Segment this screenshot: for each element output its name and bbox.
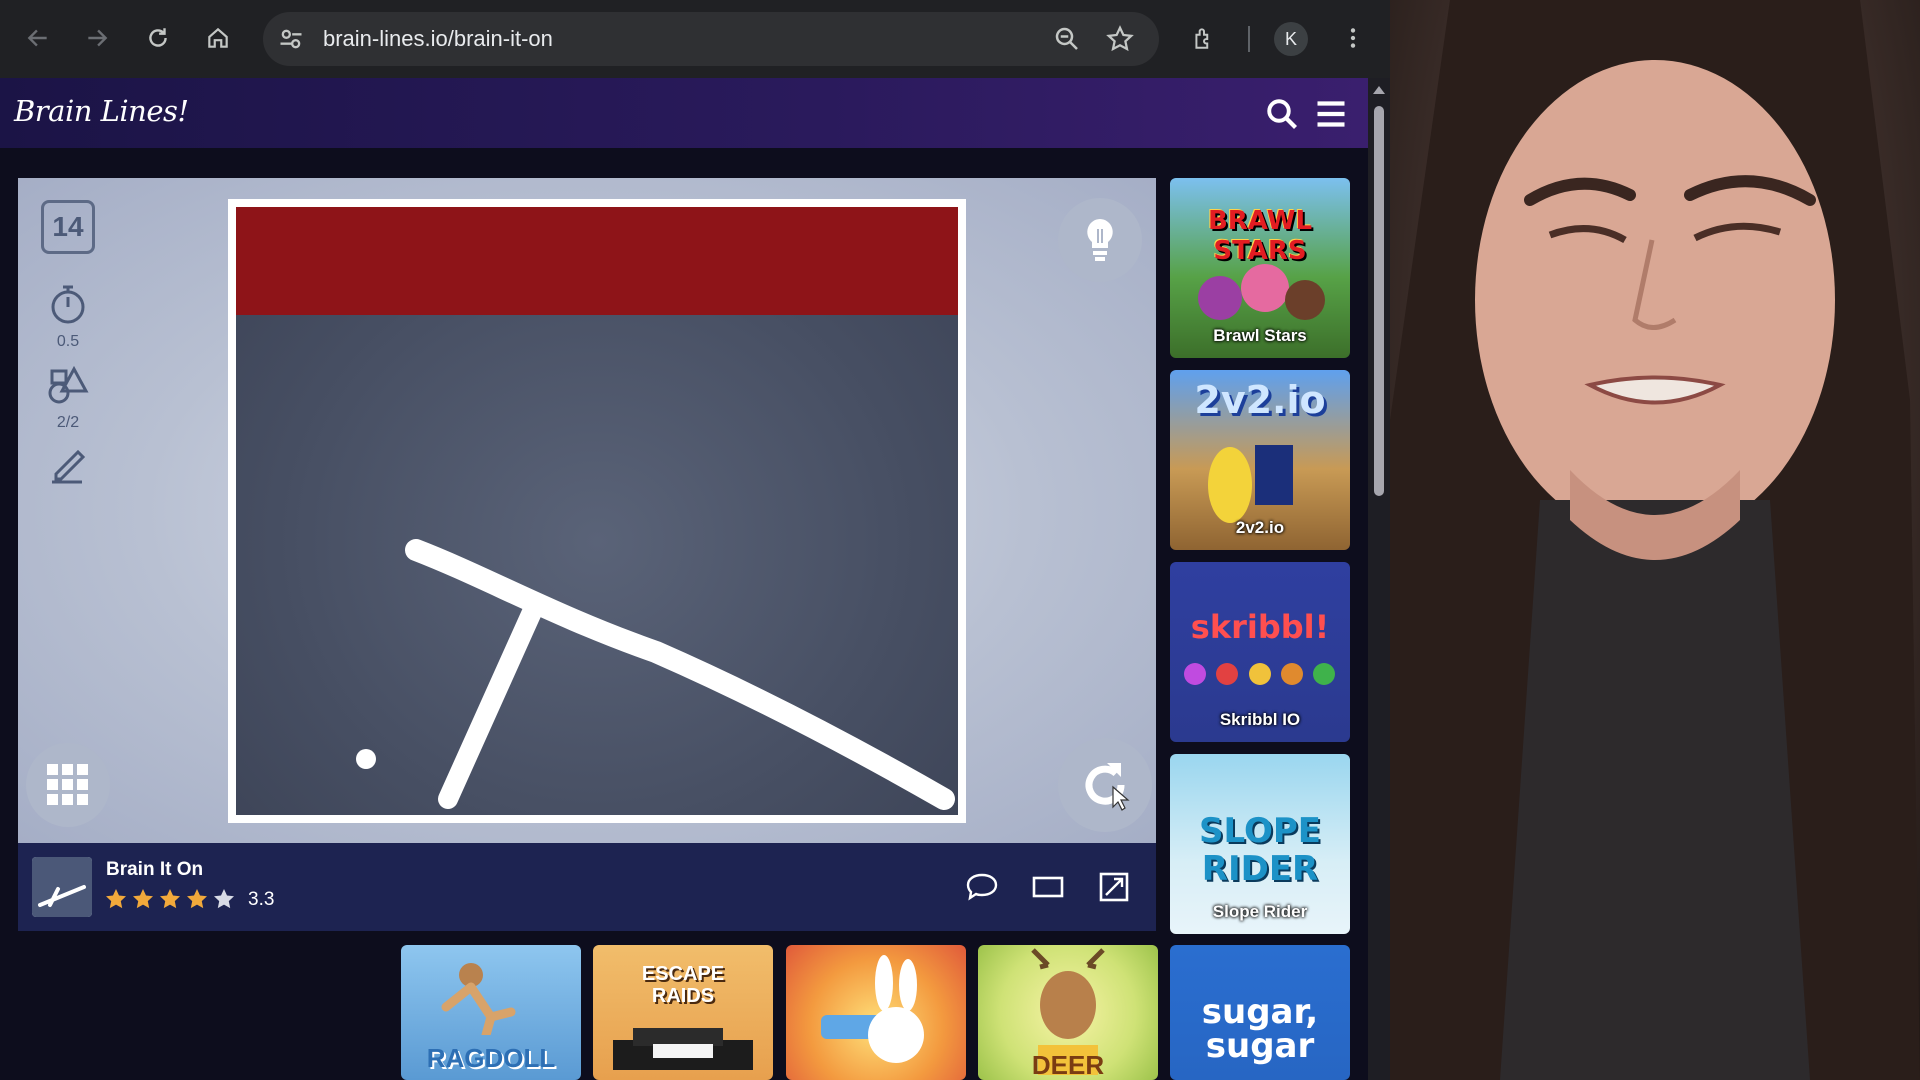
game-area: 14 0.5 2/2 (18, 178, 1156, 843)
scroll-thumb[interactable] (1374, 106, 1384, 496)
rating-value: 3.3 (248, 889, 275, 910)
home-icon[interactable] (200, 20, 236, 56)
back-icon[interactable] (20, 20, 56, 56)
browser-window: brain-lines.io/brain-it-on K Brain Lines… (0, 0, 1390, 1080)
game-tile-brawl-stars[interactable]: BRAWL STARS Brawl Stars (1170, 178, 1350, 358)
sugar-sugar-logo: sugar, sugar (1201, 992, 1319, 1066)
drawing-canvas-frame (228, 199, 966, 823)
game-tile-bunny[interactable] (786, 945, 966, 1080)
rating-star-icon[interactable] (104, 887, 128, 911)
rating-star-icon[interactable] (185, 887, 209, 911)
deer-logo: DEER (1031, 1050, 1105, 1080)
rating-star-icon[interactable] (131, 887, 155, 911)
game-tile-slope-rider[interactable]: SLOPE RIDER Slope Rider (1170, 754, 1350, 934)
pencil-icon[interactable] (46, 442, 90, 486)
url-text[interactable]: brain-lines.io/brain-it-on (323, 26, 553, 52)
game-thumbnail (32, 857, 92, 917)
ball (356, 749, 376, 769)
extensions-icon[interactable] (1186, 20, 1222, 56)
game-tile-label: Slope Rider (1212, 902, 1308, 921)
webcam-feed (1390, 0, 1920, 1080)
drawing-canvas[interactable] (236, 207, 958, 815)
rating-stars (104, 887, 236, 911)
search-icon[interactable] (1264, 96, 1300, 132)
game-tile-deer[interactable]: DEER (978, 945, 1158, 1080)
web-page: Brain Lines! 14 0.5 2/2 Brain It On 3.3 … (0, 78, 1368, 1080)
screen: brain-lines.io/brain-it-on K Brain Lines… (0, 0, 1920, 1080)
scroll-up-arrow[interactable] (1373, 86, 1385, 94)
game-tile-escape-raids[interactable]: ESCAPE RAIDS (593, 945, 773, 1080)
game-title: Brain It On (106, 859, 204, 880)
game-info-bar: Brain It On 3.3 (18, 843, 1156, 931)
game-tile-label: Brawl Stars (1213, 326, 1307, 345)
lightbulb-icon (1087, 219, 1113, 261)
more-menu-icon[interactable] (1335, 20, 1371, 56)
webcam-person-image (1390, 0, 1920, 1080)
zoom-icon[interactable] (1052, 24, 1082, 54)
game-tile-sugar-sugar[interactable]: sugar, sugar (1170, 945, 1350, 1080)
slope-rider-logo: SLOPE RIDER (1199, 811, 1321, 889)
hamburger-menu-icon[interactable] (1313, 96, 1349, 132)
2v2-logo: 2v2.io (1194, 378, 1326, 422)
grid-icon (47, 764, 88, 805)
game-tile-2v2[interactable]: 2v2.io 2v2.io (1170, 370, 1350, 550)
shapes-icon (48, 365, 89, 404)
comment-icon[interactable] (964, 869, 1000, 905)
game-tile-skribbl[interactable]: skribbl! Skribbl IO (1170, 562, 1350, 742)
hint-button[interactable] (1058, 198, 1142, 282)
skribbl-logo: skribbl! (1190, 608, 1330, 646)
toolbar-divider (1248, 26, 1250, 52)
stopwatch-icon (51, 285, 85, 324)
drawn-lines (356, 539, 955, 810)
address-bar[interactable]: brain-lines.io/brain-it-on (263, 12, 1159, 66)
bookmark-star-icon[interactable] (1105, 24, 1135, 54)
restart-icon (1085, 763, 1130, 811)
site-logo[interactable]: Brain Lines! (14, 94, 189, 128)
profile-avatar[interactable]: K (1274, 22, 1308, 56)
ragdoll-logo: RAGDOLL (426, 1043, 556, 1073)
rating-star-icon[interactable] (212, 887, 236, 911)
page-scrollbar[interactable] (1368, 78, 1390, 1080)
level-menu-button[interactable] (26, 743, 110, 827)
theater-mode-icon[interactable] (1030, 869, 1066, 905)
timer-value: 0.5 (56, 333, 80, 350)
site-header: Brain Lines! (0, 78, 1368, 148)
level-number: 14 (41, 200, 95, 254)
fullscreen-icon[interactable] (1096, 869, 1132, 905)
browser-toolbar: brain-lines.io/brain-it-on K (0, 0, 1390, 78)
game-tile-ragdoll[interactable]: RAGDOLL (401, 945, 581, 1080)
rating-star-icon[interactable] (158, 887, 182, 911)
shapes-value: 2/2 (56, 414, 80, 431)
game-tile-label: 2v2.io (1235, 518, 1285, 537)
restart-button[interactable] (1058, 738, 1152, 832)
site-settings-icon[interactable] (277, 25, 305, 53)
escape-raids-logo: ESCAPE RAIDS (641, 963, 725, 1007)
forward-icon[interactable] (79, 20, 115, 56)
game-tile-label: Skribbl IO (1219, 710, 1301, 729)
reload-icon[interactable] (140, 20, 176, 56)
